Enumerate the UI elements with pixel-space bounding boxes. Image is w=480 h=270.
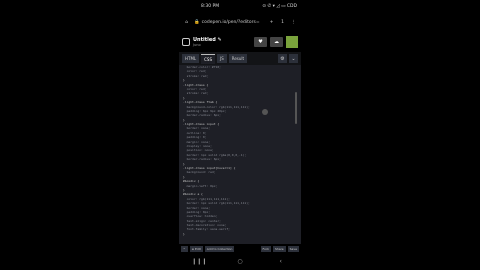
touch-indicator: [262, 109, 268, 115]
recents-icon[interactable]: ❙❙❙: [192, 258, 207, 266]
home-nav-icon[interactable]: ○: [236, 258, 244, 266]
tab-css[interactable]: CSS: [201, 53, 216, 64]
phone-screen: 8:30 PM ⊙ ✆ ▾ ◿ ▭ CDD ⌂ 🔒 codepen.io/pen…: [179, 0, 301, 270]
expand-button[interactable]: ^: [181, 245, 188, 252]
back-icon[interactable]: ‹: [277, 258, 285, 266]
save-cloud-button[interactable]: ☁: [270, 37, 283, 47]
lock-icon: 🔒: [194, 19, 200, 25]
add-tab-icon[interactable]: +: [268, 19, 275, 26]
status-icons: ⊙ ✆ ▾ ◿ ▭ CDD: [262, 3, 297, 9]
css-code-editor[interactable]: border-color: #f10; color: red; stroke: …: [179, 65, 301, 244]
save-button[interactable]: Save: [287, 245, 299, 252]
bottom-toolbar: ^ ≡ Edit Add to Collection Fork Share Sa…: [179, 244, 301, 253]
pen-header: Untitled ✎ Juno ♥ ☁: [179, 32, 301, 52]
codepen-logo[interactable]: [182, 38, 190, 46]
add-to-collection-button[interactable]: Add to Collection: [204, 245, 235, 252]
fork-button[interactable]: Fork: [260, 245, 271, 252]
tab-html[interactable]: HTML: [182, 54, 200, 63]
pen-author: Juno: [193, 43, 201, 47]
pen-title-block: Untitled ✎ Juno: [193, 37, 251, 47]
tab-count-badge[interactable]: 1: [279, 19, 286, 26]
browser-url-bar: ⌂ 🔒 codepen.io/pen/?editors= + 1 ⋮: [179, 12, 301, 32]
share-button[interactable]: Share: [272, 245, 286, 252]
url-field[interactable]: 🔒 codepen.io/pen/?editors=: [194, 20, 264, 25]
android-nav-bar: ❙❙❙ ○ ‹: [179, 253, 301, 270]
code-line: }: [183, 231, 185, 236]
editor-scrollbar[interactable]: [295, 92, 297, 124]
edit-button[interactable]: ≡ Edit: [189, 245, 203, 252]
gear-icon[interactable]: ⚙: [278, 54, 287, 63]
url-text: codepen.io/pen/?editors=: [201, 19, 260, 25]
avatar[interactable]: [286, 36, 298, 48]
chevron-down-icon[interactable]: ⌄: [289, 54, 298, 63]
tab-result[interactable]: Result: [228, 54, 248, 63]
tab-js[interactable]: JS: [217, 54, 227, 63]
home-icon[interactable]: ⌂: [183, 19, 190, 26]
status-time: 8:30 PM: [201, 3, 220, 9]
status-bar: 8:30 PM ⊙ ✆ ▾ ◿ ▭ CDD: [179, 0, 301, 12]
editor-tabs: HTML CSS JS Result ⚙ ⌄: [179, 52, 301, 65]
menu-icon[interactable]: ⋮: [290, 19, 297, 26]
like-button[interactable]: ♥: [254, 37, 267, 47]
